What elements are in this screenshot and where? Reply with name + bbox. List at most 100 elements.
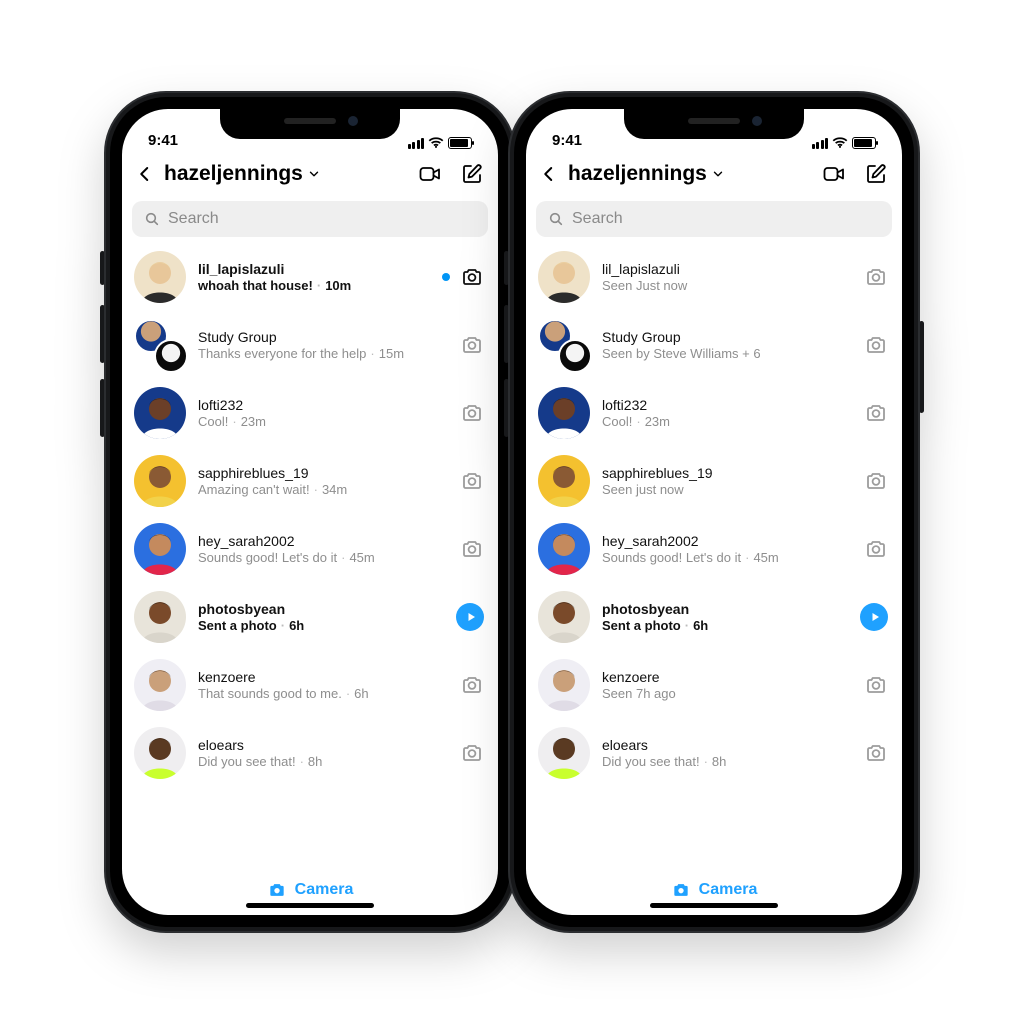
- thread-username: hey_sarah2002: [198, 533, 448, 551]
- thread-message: That sounds good to me.: [198, 686, 342, 701]
- avatar[interactable]: [538, 387, 590, 439]
- thread-subline: whoah that house!·10m: [198, 278, 430, 293]
- thread-row[interactable]: photosbyean Sent a photo·6h: [526, 583, 902, 651]
- thread-info: photosbyean Sent a photo·6h: [198, 601, 444, 634]
- thread-time: 23m: [241, 414, 266, 429]
- avatar[interactable]: [134, 387, 186, 439]
- thread-row[interactable]: Study Group Thanks everyone for the help…: [122, 311, 498, 379]
- thread-info: Study Group Seen by Steve Williams + 6: [602, 329, 852, 362]
- search-input[interactable]: Search: [536, 201, 892, 237]
- thread-subline: Sent a photo·6h: [198, 618, 444, 633]
- thread-actions: [864, 333, 888, 357]
- thread-row[interactable]: eloears Did you see that!·8h: [526, 719, 902, 787]
- thread-info: photosbyean Sent a photo·6h: [602, 601, 848, 634]
- camera-icon[interactable]: [460, 469, 484, 493]
- thread-subline: Seen just now: [602, 482, 852, 497]
- compose-button[interactable]: [864, 162, 888, 186]
- camera-icon[interactable]: [460, 673, 484, 697]
- video-call-button[interactable]: [418, 162, 442, 186]
- thread-time: 34m: [322, 482, 347, 497]
- avatar[interactable]: [538, 523, 590, 575]
- thread-row[interactable]: lofti232 Cool!·23m: [122, 379, 498, 447]
- avatar[interactable]: [538, 591, 590, 643]
- thread-actions: [864, 265, 888, 289]
- thread-username: lil_lapislazuli: [602, 261, 852, 279]
- username-label: hazeljennings: [568, 162, 707, 186]
- thread-message: Sent a photo: [198, 618, 277, 633]
- thread-row[interactable]: hey_sarah2002 Sounds good! Let's do it·4…: [526, 515, 902, 583]
- thread-subline: Thanks everyone for the help·15m: [198, 346, 448, 361]
- compose-button[interactable]: [460, 162, 484, 186]
- thread-row[interactable]: lil_lapislazuli whoah that house!·10m: [122, 243, 498, 311]
- thread-row[interactable]: eloears Did you see that!·8h: [122, 719, 498, 787]
- thread-message: Thanks everyone for the help: [198, 346, 366, 361]
- avatar[interactable]: [538, 251, 590, 303]
- thread-subline: Did you see that!·8h: [602, 754, 852, 769]
- thread-row[interactable]: hey_sarah2002 Sounds good! Let's do it·4…: [122, 515, 498, 583]
- device-notch: [624, 109, 804, 139]
- camera-icon[interactable]: [864, 537, 888, 561]
- battery-icon: [448, 137, 472, 149]
- thread-username: lofti232: [198, 397, 448, 415]
- thread-row[interactable]: Study Group Seen by Steve Williams + 6: [526, 311, 902, 379]
- thread-list[interactable]: lil_lapislazuli Seen Just now Study Grou…: [526, 237, 902, 865]
- thread-row[interactable]: kenzoere Seen 7h ago: [526, 651, 902, 719]
- thread-message: Seen 7h ago: [602, 686, 676, 701]
- thread-row[interactable]: lofti232 Cool!·23m: [526, 379, 902, 447]
- back-button[interactable]: [136, 165, 154, 183]
- avatar[interactable]: [134, 523, 186, 575]
- camera-icon[interactable]: [864, 265, 888, 289]
- thread-actions: [460, 537, 484, 561]
- thread-row[interactable]: photosbyean Sent a photo·6h: [122, 583, 498, 651]
- thread-username: Study Group: [602, 329, 852, 347]
- thread-message: Sent a photo: [602, 618, 681, 633]
- camera-icon[interactable]: [460, 333, 484, 357]
- avatar[interactable]: [134, 591, 186, 643]
- thread-message: Amazing can't wait!: [198, 482, 310, 497]
- thread-info: lil_lapislazuli whoah that house!·10m: [198, 261, 430, 294]
- camera-icon[interactable]: [460, 741, 484, 765]
- thread-actions: [460, 401, 484, 425]
- thread-time: 23m: [645, 414, 670, 429]
- account-switcher[interactable]: hazeljennings: [164, 162, 408, 186]
- camera-icon[interactable]: [460, 401, 484, 425]
- camera-icon[interactable]: [864, 469, 888, 493]
- home-indicator: [246, 903, 374, 908]
- avatar[interactable]: [134, 455, 186, 507]
- camera-icon[interactable]: [864, 741, 888, 765]
- thread-list[interactable]: lil_lapislazuli whoah that house!·10m St…: [122, 237, 498, 865]
- back-button[interactable]: [540, 165, 558, 183]
- avatar[interactable]: [134, 251, 186, 303]
- camera-icon[interactable]: [864, 333, 888, 357]
- thread-info: Study Group Thanks everyone for the help…: [198, 329, 448, 362]
- thread-username: Study Group: [198, 329, 448, 347]
- avatar[interactable]: [538, 727, 590, 779]
- search-input[interactable]: Search: [132, 201, 488, 237]
- play-button[interactable]: [860, 603, 888, 631]
- camera-icon[interactable]: [864, 401, 888, 425]
- thread-subline: That sounds good to me.·6h: [198, 686, 448, 701]
- avatar[interactable]: [134, 659, 186, 711]
- thread-row[interactable]: sapphireblues_19 Seen just now: [526, 447, 902, 515]
- account-switcher[interactable]: hazeljennings: [568, 162, 812, 186]
- avatar[interactable]: [538, 659, 590, 711]
- play-button[interactable]: [456, 603, 484, 631]
- camera-icon[interactable]: [864, 673, 888, 697]
- thread-username: photosbyean: [198, 601, 444, 619]
- thread-message: whoah that house!: [198, 278, 313, 293]
- avatar[interactable]: [538, 319, 590, 371]
- avatar[interactable]: [538, 455, 590, 507]
- thread-row[interactable]: sapphireblues_19 Amazing can't wait!·34m: [122, 447, 498, 515]
- video-call-button[interactable]: [822, 162, 846, 186]
- thread-row[interactable]: kenzoere That sounds good to me.·6h: [122, 651, 498, 719]
- thread-username: eloears: [602, 737, 852, 755]
- thread-subline: Seen by Steve Williams + 6: [602, 346, 852, 361]
- camera-icon[interactable]: [460, 265, 484, 289]
- avatar[interactable]: [134, 727, 186, 779]
- thread-actions: [456, 603, 484, 631]
- thread-message: Cool!: [198, 414, 228, 429]
- camera-icon[interactable]: [460, 537, 484, 561]
- thread-username: lofti232: [602, 397, 852, 415]
- thread-row[interactable]: lil_lapislazuli Seen Just now: [526, 243, 902, 311]
- avatar[interactable]: [134, 319, 186, 371]
